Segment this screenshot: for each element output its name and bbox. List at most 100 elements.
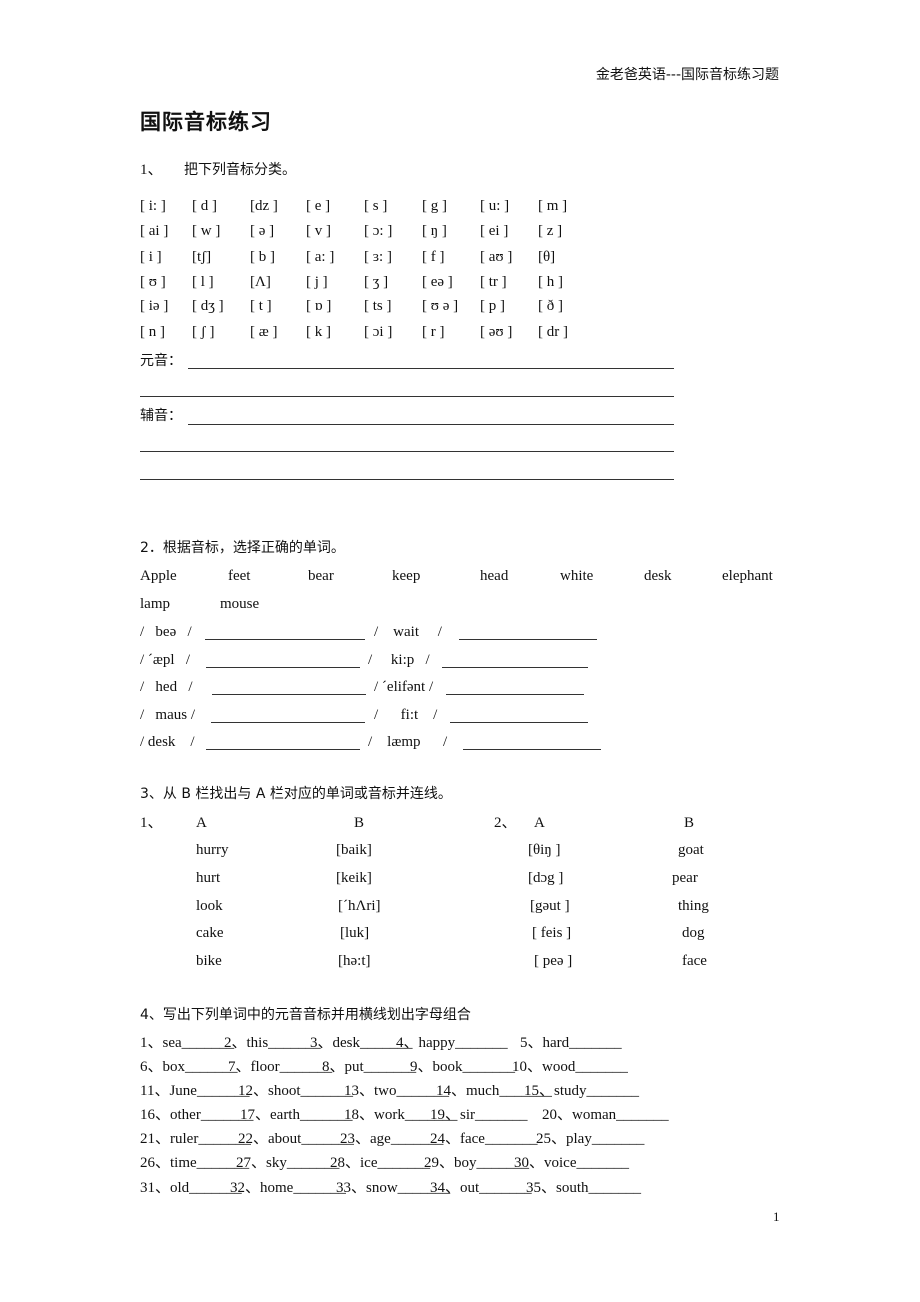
q3-part1-a-item[interactable]: bike	[196, 954, 222, 969]
word-bank-item: Apple	[140, 568, 177, 584]
q4-word-item[interactable]: 17、earth_______	[240, 1108, 352, 1123]
phonetic-symbol: [ æ ]	[250, 324, 278, 340]
q4-word-item[interactable]: 24、face_______	[430, 1132, 537, 1147]
q3-part1-b-item[interactable]: [luk]	[340, 926, 369, 941]
q4-word-item[interactable]: 35、south_______	[526, 1181, 641, 1196]
q3-part1-a-item[interactable]: hurt	[196, 871, 220, 886]
q3-part2-b-item[interactable]: goat	[678, 843, 704, 858]
q4-word-item[interactable]: 34、out_______	[430, 1181, 532, 1196]
q4-word-item[interactable]: 30、voice_______	[514, 1156, 629, 1171]
phonetic-symbol: [ r ]	[422, 324, 445, 340]
phonetic-symbol: [ t ]	[250, 298, 272, 314]
q4-word-item[interactable]: 8、put_______	[322, 1060, 416, 1075]
phonetic-symbol: [ əʊ ]	[480, 324, 513, 340]
phonetic-symbol: [ h ]	[538, 274, 563, 290]
phonetic-left: / ˊæpl /	[140, 652, 191, 668]
phonetic-symbol: [ ts ]	[364, 298, 392, 314]
answer-blank-left[interactable]	[211, 722, 365, 723]
phonetic-symbol: [ ɔi ]	[364, 324, 393, 340]
q4-word-item[interactable]: 25、play_______	[536, 1132, 644, 1147]
phonetic-symbol: [ dʒ ]	[192, 298, 224, 314]
q3-part2-a-item[interactable]: [ feis ]	[532, 926, 571, 941]
phonetic-symbol: [ ʊ ə ]	[422, 298, 459, 314]
q4-word-item[interactable]: 28、ice_______	[330, 1156, 430, 1171]
q4-word-item[interactable]: 20、woman_______	[542, 1108, 669, 1123]
q4-word-item[interactable]: 26、time_______	[140, 1156, 249, 1171]
q3-part2-a-item[interactable]: [dɔg ]	[528, 871, 563, 886]
q4-word-item[interactable]: 23、age_______	[340, 1132, 443, 1147]
q3-part1-a-item[interactable]: hurry	[196, 843, 229, 858]
q3-part1-b-item[interactable]: [hə:t]	[338, 954, 370, 969]
q3-part2-a-item[interactable]: [θiŋ ]	[528, 843, 561, 858]
answer-blank-right[interactable]	[459, 639, 597, 640]
q3-part1-a-item[interactable]: look	[196, 899, 223, 914]
q3-part1-b-item[interactable]: [keik]	[336, 871, 372, 886]
q3-part2-b-item[interactable]: face	[682, 954, 707, 969]
q4-word-item[interactable]: 7、floor_______	[228, 1060, 332, 1075]
phonetic-symbol: [ ð ]	[538, 298, 563, 314]
word-bank-item: head	[480, 568, 509, 584]
q3-part2-b-item[interactable]: thing	[678, 899, 709, 914]
q4-word-item[interactable]: 2、this_______	[224, 1036, 321, 1051]
word-bank-item: feet	[228, 568, 251, 584]
q3-part2-a-item[interactable]: [gəut ]	[530, 899, 570, 914]
answer-blank-left[interactable]	[212, 694, 366, 695]
q4-word-item[interactable]: 4、happy_______	[396, 1036, 508, 1051]
q4-word-item[interactable]: 15、study_______	[524, 1084, 639, 1099]
answer-blank-right[interactable]	[442, 667, 588, 668]
consonants-answer-line-1[interactable]	[188, 424, 674, 425]
phonetic-symbol: [ j ]	[306, 274, 328, 290]
q3-part2-b-item[interactable]: dog	[682, 926, 705, 941]
answer-blank-left[interactable]	[206, 667, 360, 668]
q3-part2-col-a: A	[534, 815, 545, 831]
q4-word-item[interactable]: 5、hard_______	[520, 1036, 622, 1051]
phonetic-symbol: [ ŋ ]	[422, 223, 447, 239]
phonetic-symbol: [ n ]	[140, 324, 165, 340]
q4-word-item[interactable]: 31、old_______	[140, 1181, 242, 1196]
answer-blank-right[interactable]	[463, 749, 601, 750]
phonetic-symbol: [Λ]	[250, 274, 271, 290]
answer-blank-left[interactable]	[206, 749, 360, 750]
q4-word-item[interactable]: 11、June_______	[140, 1084, 249, 1099]
q3-part1-b-item[interactable]: [baik]	[336, 843, 372, 858]
q4-word-item[interactable]: 22、about_______	[238, 1132, 354, 1147]
vowels-answer-line-1[interactable]	[188, 368, 674, 369]
q3-part1-b-item[interactable]: [ˊhΛri]	[338, 899, 381, 914]
q4-word-item[interactable]: 32、home_______	[230, 1181, 346, 1196]
q3-instruction: 3、从 B 栏找出与 A 栏对应的单词或音标并连线。	[140, 786, 452, 802]
q4-word-item[interactable]: 12、shoot_______	[238, 1084, 353, 1099]
answer-blank-left[interactable]	[205, 639, 365, 640]
q3-part1-a-item[interactable]: cake	[196, 926, 223, 941]
q3-part1-label: 1、	[140, 815, 163, 831]
q3-part2-b-item[interactable]: pear	[672, 871, 698, 886]
q4-word-item[interactable]: 16、other_______	[140, 1108, 253, 1123]
q4-word-item[interactable]: 9、book_______	[410, 1060, 515, 1075]
phonetic-symbol: [ eə ]	[422, 274, 453, 290]
q4-word-item[interactable]: 10、wood_______	[512, 1060, 628, 1075]
consonants-answer-line-3[interactable]	[140, 479, 674, 480]
vowels-answer-line-2[interactable]	[140, 396, 674, 397]
phonetic-symbol: [ tr ]	[480, 274, 507, 290]
q4-word-item[interactable]: 13、two_______	[344, 1084, 449, 1099]
word-bank-item: desk	[644, 568, 672, 584]
word-bank-item: keep	[392, 568, 421, 584]
consonants-answer-line-2[interactable]	[140, 451, 674, 452]
q4-word-item[interactable]: 27、sky_______	[236, 1156, 339, 1171]
phonetic-right: / ki:p /	[368, 652, 430, 668]
phonetic-symbol: [ ɔ: ]	[364, 223, 393, 239]
phonetic-symbol: [tʃ]	[192, 249, 212, 265]
phonetic-symbol: [ z ]	[538, 223, 563, 239]
q4-word-item[interactable]: 1、sea_______	[140, 1036, 234, 1051]
q4-word-item[interactable]: 21、ruler_______	[140, 1132, 251, 1147]
word-bank-item: white	[560, 568, 594, 584]
q3-part2-a-item[interactable]: [ peə ]	[534, 954, 572, 969]
q4-word-item[interactable]: 6、box_______	[140, 1060, 238, 1075]
phonetic-symbol: [ e ]	[306, 198, 331, 214]
phonetic-symbol: [θ]	[538, 249, 556, 265]
answer-blank-right[interactable]	[450, 722, 588, 723]
phonetic-right: / wait /	[374, 624, 442, 640]
phonetic-symbol: [ i ]	[140, 249, 162, 265]
answer-blank-right[interactable]	[446, 694, 584, 695]
q4-word-item[interactable]: 19、sir_______	[430, 1108, 528, 1123]
phonetic-symbol: [ aʊ ]	[480, 249, 513, 265]
